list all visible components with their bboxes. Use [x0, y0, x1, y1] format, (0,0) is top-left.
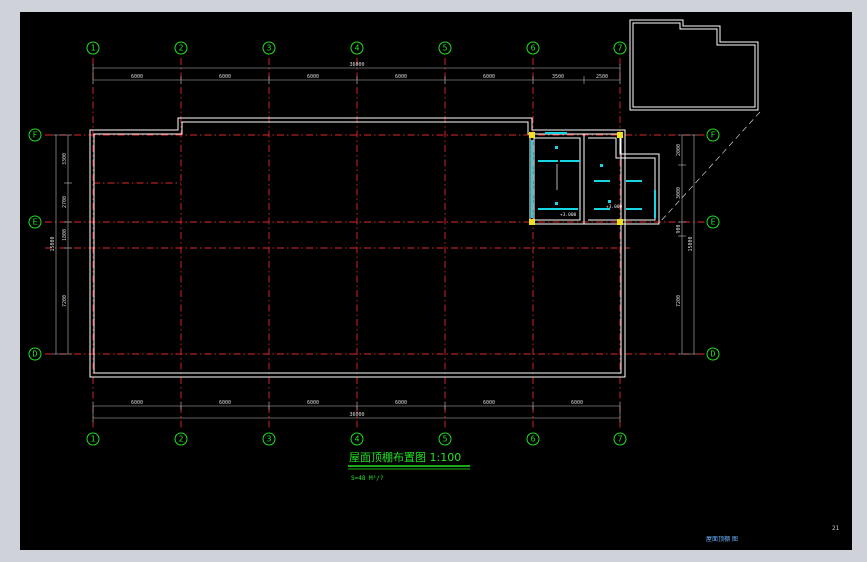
- rooftop-room: +3.000 +3.000: [529, 132, 660, 225]
- key-plan: [629, 19, 761, 223]
- fixture-line-2: [560, 160, 580, 162]
- footer-label: 屋面顶棚 图: [706, 535, 738, 543]
- top-axis-bubbles: 1 2 3 4 5 6 7: [86, 41, 627, 55]
- fixture-line-4: [594, 180, 610, 182]
- drawing-canvas[interactable]: 6000 6000 6000 6000 6000 3500 2500 36000…: [20, 12, 852, 550]
- dim-bottom-6: 6000: [571, 400, 583, 406]
- ceiling-plan-drawing: 6000 6000 6000 6000 6000 3500 2500 36000…: [28, 19, 840, 543]
- right-dimension-labels: 2000 3000 900 7200 15000: [676, 144, 694, 307]
- light-fixture-1: [555, 146, 558, 149]
- left-axis-bubbles: F E D: [28, 128, 42, 361]
- axis-left-E: E: [33, 218, 38, 227]
- light-fixture-2: [600, 164, 603, 167]
- dim-left-total: 15000: [50, 236, 56, 251]
- axis-right-F: F: [711, 131, 716, 140]
- axis-bottom-2: 2: [179, 435, 184, 444]
- dim-top-5: 6000: [483, 74, 495, 80]
- page-number: 21: [832, 525, 840, 532]
- dim-top-1: 6000: [131, 74, 143, 80]
- dim-left-4: 7200: [62, 295, 68, 307]
- dim-top-4: 6000: [395, 74, 407, 80]
- fixture-line-5: [626, 180, 642, 182]
- horizontal-grid-lines: [45, 134, 705, 355]
- light-fixture-3: [555, 202, 558, 205]
- dim-top-total: 36000: [349, 62, 364, 68]
- axis-bottom-7: 7: [618, 435, 623, 444]
- light-fixture-4: [608, 200, 611, 203]
- cyan-window-top: [545, 132, 567, 134]
- level-annotation-1: +3.000: [560, 212, 577, 218]
- axis-left-D: D: [33, 350, 38, 359]
- axis-top-6: 6: [531, 44, 536, 53]
- building-outline: [89, 117, 626, 378]
- dim-bottom-4: 6000: [395, 400, 407, 406]
- key-plan-leader: [659, 111, 761, 223]
- columns: [529, 132, 623, 225]
- fixture-line-7: [626, 208, 642, 210]
- axis-bottom-3: 3: [267, 435, 272, 444]
- left-dimension-labels: 3300 2700 1800 7200 15000: [50, 153, 68, 307]
- cad-window: 6000 6000 6000 6000 6000 3500 2500 36000…: [0, 0, 867, 562]
- dim-bottom-1: 6000: [131, 400, 143, 406]
- dim-bottom-3: 6000: [307, 400, 319, 406]
- axis-top-2: 2: [179, 44, 184, 53]
- dim-top-2: 6000: [219, 74, 231, 80]
- axis-right-D: D: [711, 350, 716, 359]
- vertical-grid-lines: [92, 58, 621, 430]
- dim-top-6: 3500: [552, 74, 564, 80]
- axis-bottom-4: 4: [355, 435, 360, 444]
- dim-bottom-total: 36000: [349, 412, 364, 418]
- axis-bottom-5: 5: [443, 435, 448, 444]
- axis-bottom-6: 6: [531, 435, 536, 444]
- top-dimension-labels: 6000 6000 6000 6000 6000 3500 2500 36000: [131, 62, 608, 80]
- axis-top-5: 5: [443, 44, 448, 53]
- cyan-wall-left: [531, 140, 533, 218]
- dim-right-total: 15000: [688, 236, 694, 251]
- dim-top-3: 6000: [307, 74, 319, 80]
- right-axis-bubbles: F E D: [706, 128, 720, 361]
- axis-top-1: 1: [91, 44, 96, 53]
- dim-bottom-5: 6000: [483, 400, 495, 406]
- drawing-subtitle: S=48 M²/?: [351, 475, 384, 482]
- axis-top-7: 7: [618, 44, 623, 53]
- axis-top-3: 3: [267, 44, 272, 53]
- axis-right-E: E: [711, 218, 716, 227]
- dim-right-2: 3000: [676, 187, 682, 199]
- dim-left-1: 3300: [62, 153, 68, 165]
- drawing-title-block: 屋面顶棚布置图 1:100 S=48 M²/?: [348, 450, 470, 482]
- dim-right-4: 7200: [676, 295, 682, 307]
- axis-top-4: 4: [355, 44, 360, 53]
- fixture-line-1: [538, 160, 558, 162]
- axis-bottom-1: 1: [91, 435, 96, 444]
- dim-bottom-2: 6000: [219, 400, 231, 406]
- dim-top-7: 2500: [596, 74, 608, 80]
- cyan-wall-right: [654, 190, 656, 218]
- dim-left-3: 1800: [62, 229, 68, 241]
- drawing-title: 屋面顶棚布置图 1:100: [349, 450, 461, 464]
- axis-left-F: F: [33, 131, 38, 140]
- level-annotation-2: +3.000: [606, 204, 623, 210]
- dim-left-2: 2700: [62, 196, 68, 208]
- dim-right-3: 900: [676, 224, 682, 233]
- fixture-line-3: [538, 208, 578, 210]
- dim-right-1: 2000: [676, 144, 682, 156]
- bottom-axis-bubbles: 1 2 3 4 5 6 7: [86, 432, 627, 446]
